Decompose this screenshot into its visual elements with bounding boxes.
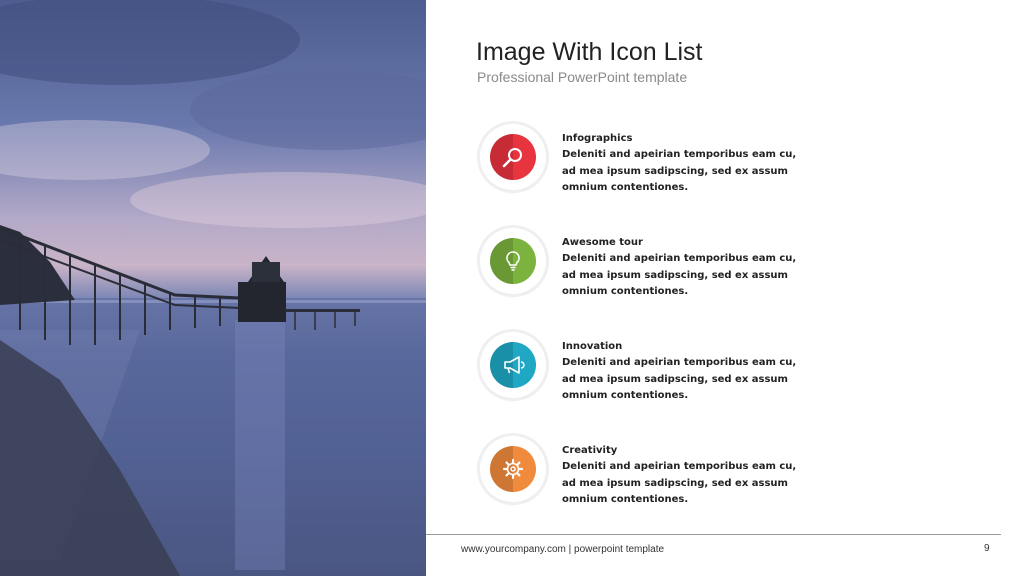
item-text: Creativity Deleniti and apeirian tempori…	[562, 443, 812, 508]
item-text: Innovation Deleniti and apeirian tempori…	[562, 339, 812, 404]
slide-subtitle: Professional PowerPoint template	[477, 69, 688, 85]
item-body: Deleniti and apeirian temporibus eam cu,…	[562, 357, 797, 401]
footer-divider	[426, 534, 1001, 535]
icon-disc	[490, 134, 536, 180]
footer-text: www.yourcompany.com | powerpoint templat…	[461, 544, 665, 555]
icon-disc	[490, 238, 536, 284]
pier-photo	[0, 0, 426, 576]
magnifier-icon	[502, 148, 522, 168]
icon-ring	[480, 332, 546, 398]
item-heading: Infographics	[562, 133, 633, 144]
list-item-infographics: Infographics Deleniti and apeirian tempo…	[480, 124, 810, 204]
page-number: 9	[984, 543, 990, 554]
slide-title: Image With Icon List	[476, 38, 703, 66]
list-item-awesome-tour: Awesome tour Deleniti and apeirian tempo…	[480, 228, 810, 308]
item-body: Deleniti and apeirian temporibus eam cu,…	[562, 253, 797, 297]
icon-disc	[490, 446, 536, 492]
icon-disc	[490, 342, 536, 388]
gear-icon	[502, 458, 524, 480]
item-body: Deleniti and apeirian temporibus eam cu,…	[562, 461, 797, 505]
item-text: Infographics Deleniti and apeirian tempo…	[562, 131, 812, 196]
icon-ring	[480, 124, 546, 190]
item-heading: Innovation	[562, 341, 623, 352]
item-heading: Creativity	[562, 445, 618, 456]
pier-illustration	[0, 0, 426, 576]
item-body: Deleniti and apeirian temporibus eam cu,…	[562, 149, 797, 193]
list-item-innovation: Innovation Deleniti and apeirian tempori…	[480, 332, 810, 412]
item-heading: Awesome tour	[562, 237, 643, 248]
lightbulb-icon	[506, 251, 520, 271]
icon-ring	[480, 228, 546, 294]
icon-ring	[480, 436, 546, 502]
megaphone-icon	[504, 356, 525, 374]
item-text: Awesome tour Deleniti and apeirian tempo…	[562, 235, 812, 300]
list-item-creativity: Creativity Deleniti and apeirian tempori…	[480, 436, 810, 516]
